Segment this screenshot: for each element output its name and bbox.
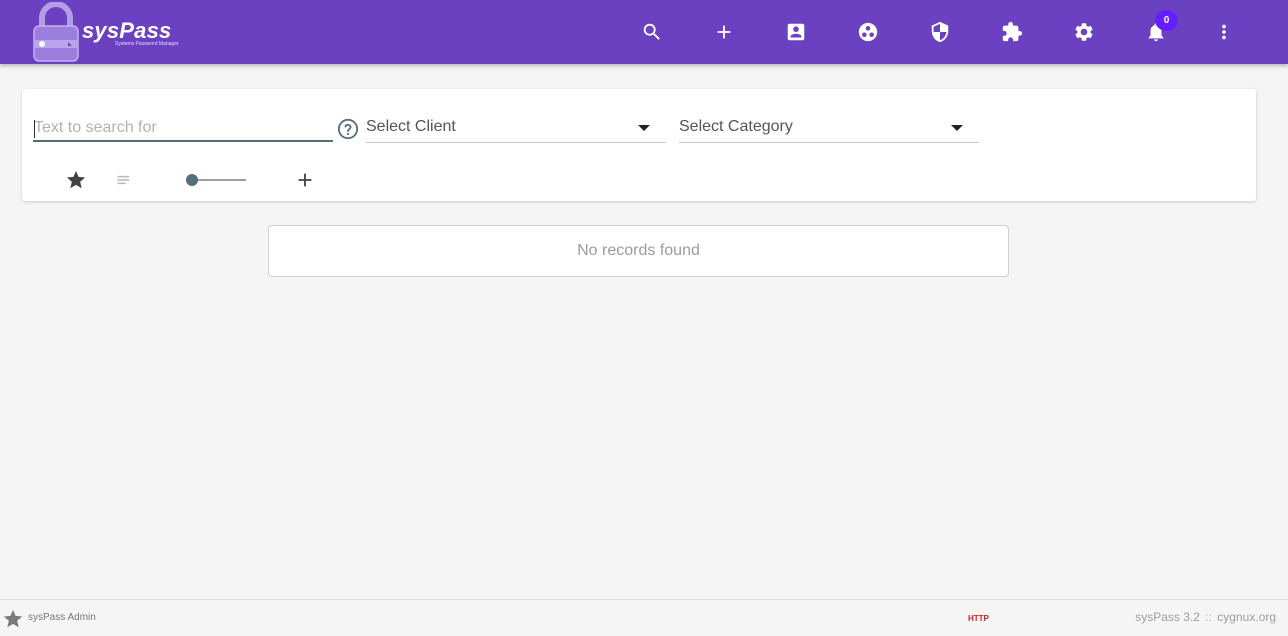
version-text: sysPass 3.2 xyxy=(1135,610,1200,624)
client-select[interactable]: Select Client xyxy=(366,115,666,143)
help-icon xyxy=(337,118,359,140)
users-groups-button[interactable] xyxy=(850,14,886,50)
top-app-bar: sysPass Systems Password Manager 0 xyxy=(0,0,1288,64)
star-icon xyxy=(3,609,23,628)
lock-logo-icon xyxy=(33,2,79,62)
groups-icon xyxy=(858,22,878,42)
view-mode-toggle[interactable] xyxy=(186,173,248,187)
search-button[interactable] xyxy=(634,14,670,50)
security-button[interactable] xyxy=(922,14,958,50)
sort-lines-icon xyxy=(117,175,130,185)
app-logo[interactable]: sysPass Systems Password Manager xyxy=(32,2,192,62)
chevron-down-icon xyxy=(638,125,650,131)
app-tagline: Systems Password Manager xyxy=(115,41,179,47)
settings-icon xyxy=(1075,23,1093,41)
protocol-warning-badge: HTTP xyxy=(968,614,989,623)
sort-menu-button[interactable] xyxy=(113,168,137,192)
search-help-button[interactable] xyxy=(337,118,359,140)
category-select-label: Select Category xyxy=(679,118,793,135)
more-menu-button[interactable] xyxy=(1206,14,1242,50)
footer-username[interactable]: sysPass Admin xyxy=(28,612,96,623)
add-account-button[interactable] xyxy=(706,14,742,50)
extension-icon xyxy=(1002,21,1023,42)
star-icon xyxy=(66,170,86,189)
client-select-label: Select Client xyxy=(366,118,456,135)
search-input[interactable] xyxy=(33,115,333,142)
text-cursor xyxy=(34,120,35,138)
footer-version: sysPass 3.2 :: cygnux.org xyxy=(1135,610,1276,624)
category-select[interactable]: Select Category xyxy=(679,115,979,143)
settings-button[interactable] xyxy=(1066,14,1102,50)
chevron-down-icon xyxy=(951,125,963,131)
footer: sysPass Admin HTTP sysPass 3.2 :: cygnux… xyxy=(0,599,1288,636)
search-icon xyxy=(643,23,660,40)
toggle-knob[interactable] xyxy=(186,174,198,186)
account-box-icon xyxy=(787,23,805,41)
search-panel: Select Client Select Category xyxy=(22,89,1256,201)
project-site-link[interactable]: cygnux.org xyxy=(1217,610,1276,624)
notification-count-badge: 0 xyxy=(1155,10,1178,31)
security-shield-icon xyxy=(931,21,949,43)
more-vert-icon xyxy=(1222,24,1226,40)
add-icon xyxy=(717,25,731,39)
accounts-button[interactable] xyxy=(778,14,814,50)
add-icon xyxy=(298,173,312,187)
favorites-filter-button[interactable] xyxy=(64,168,88,192)
toggle-track xyxy=(190,179,246,181)
plugins-button[interactable] xyxy=(994,14,1030,50)
no-records-message: No records found xyxy=(268,225,1009,277)
footer-separator: :: xyxy=(1205,610,1212,624)
add-account-inline-button[interactable] xyxy=(293,168,317,192)
